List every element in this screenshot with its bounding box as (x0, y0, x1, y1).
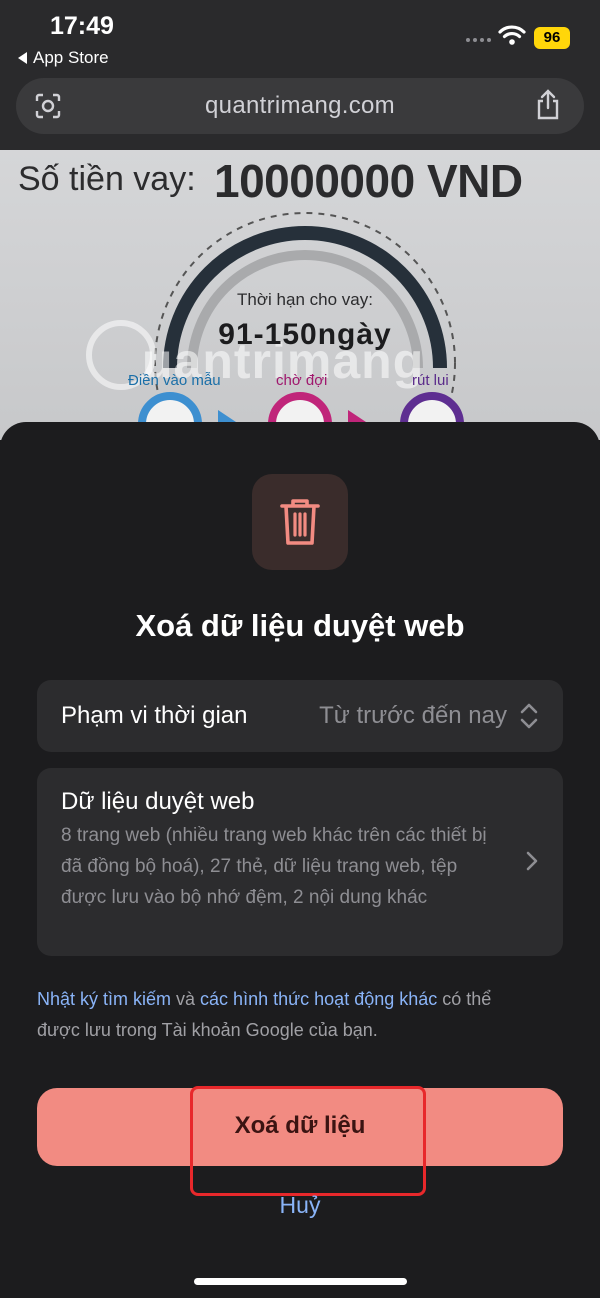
trash-icon-container (252, 474, 348, 570)
up-down-chevron-icon (520, 703, 538, 729)
step-label-1: Điền vào mẫu (128, 372, 221, 389)
status-time: 17:49 (50, 12, 114, 40)
step-label-2: chờ đợi (276, 372, 328, 389)
search-history-link[interactable]: Nhật ký tìm kiếm (37, 989, 171, 1009)
other-activity-link[interactable]: các hình thức hoạt động khác (200, 989, 437, 1009)
browser-toolbar: quantrimang.com (0, 72, 600, 150)
status-bar: 17:49 App Store 96 (0, 0, 600, 72)
back-to-app-link[interactable]: App Store (18, 48, 109, 68)
trash-icon (280, 499, 320, 545)
clear-data-sheet: Xoá dữ liệu duyệt web Phạm vi thời gian … (0, 422, 600, 1298)
battery-indicator: 96 (534, 27, 570, 49)
note-text-1: và (171, 989, 201, 1009)
browsing-data-row[interactable]: Dữ liệu duyệt web 8 trang web (nhiều tra… (37, 768, 563, 956)
time-range-label: Phạm vi thời gian (61, 702, 248, 729)
time-range-value[interactable]: Từ trước đến nay (319, 702, 507, 730)
back-triangle-icon (18, 52, 27, 64)
time-range-selector[interactable]: Phạm vi thời gian Từ trước đến nay (37, 680, 563, 752)
address-bar[interactable]: quantrimang.com (16, 78, 584, 134)
back-app-label: App Store (33, 48, 109, 67)
cancel-button[interactable]: Huỷ (250, 1192, 350, 1228)
step-label-3: rút lui (412, 372, 449, 389)
term-value: 91-150ngày (218, 318, 392, 351)
annotation-highlight-box (190, 1086, 426, 1196)
sheet-title: Xoá dữ liệu duyệt web (135, 608, 465, 643)
wifi-icon (498, 25, 526, 45)
cellular-signal-icon (466, 38, 491, 42)
url-text[interactable]: quantrimang.com (16, 92, 584, 120)
browsing-data-description: 8 trang web (nhiều trang web khác trên c… (61, 825, 487, 908)
google-account-note: Nhật ký tìm kiếm và các hình thức hoạt đ… (37, 984, 537, 1046)
web-page-content: Số tiền vay: 10000000 VND uantrimang Thờ… (0, 150, 600, 440)
browsing-data-title: Dữ liệu duyệt web (61, 788, 255, 815)
share-icon[interactable] (534, 89, 562, 121)
chevron-right-icon (526, 851, 538, 871)
home-indicator (194, 1278, 407, 1285)
term-label: Thời hạn cho vay: (237, 290, 373, 309)
